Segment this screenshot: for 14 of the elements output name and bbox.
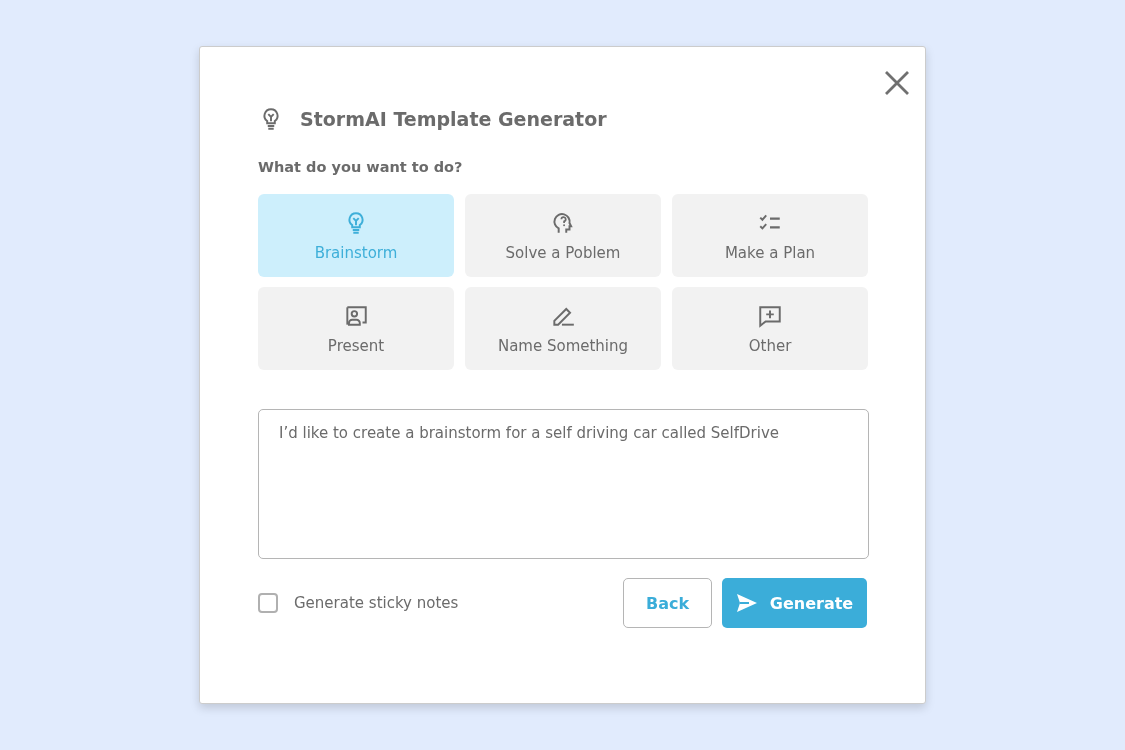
option-tile[interactable]: Present xyxy=(258,287,454,370)
question-label: What do you want to do? xyxy=(258,159,464,175)
send-icon xyxy=(735,593,758,613)
option-tile[interactable]: Make a Plan xyxy=(672,194,868,277)
checkbox-label: Generate sticky notes xyxy=(294,594,459,612)
generate-button[interactable]: Generate xyxy=(722,578,867,628)
option-tile[interactable]: Other xyxy=(672,287,868,370)
close-icon[interactable] xyxy=(883,69,911,97)
dialog-title: StormAI Template Generator xyxy=(300,108,607,130)
back-button[interactable]: Back xyxy=(623,578,712,628)
prompt-field[interactable]: I’d like to create a brainstorm for a self driving car called SelfDrive xyxy=(258,409,869,559)
option-tile[interactable]: Name Something xyxy=(465,287,661,370)
option-tile[interactable]: Solve a Poblem xyxy=(465,194,661,277)
checkbox[interactable] xyxy=(258,593,278,613)
